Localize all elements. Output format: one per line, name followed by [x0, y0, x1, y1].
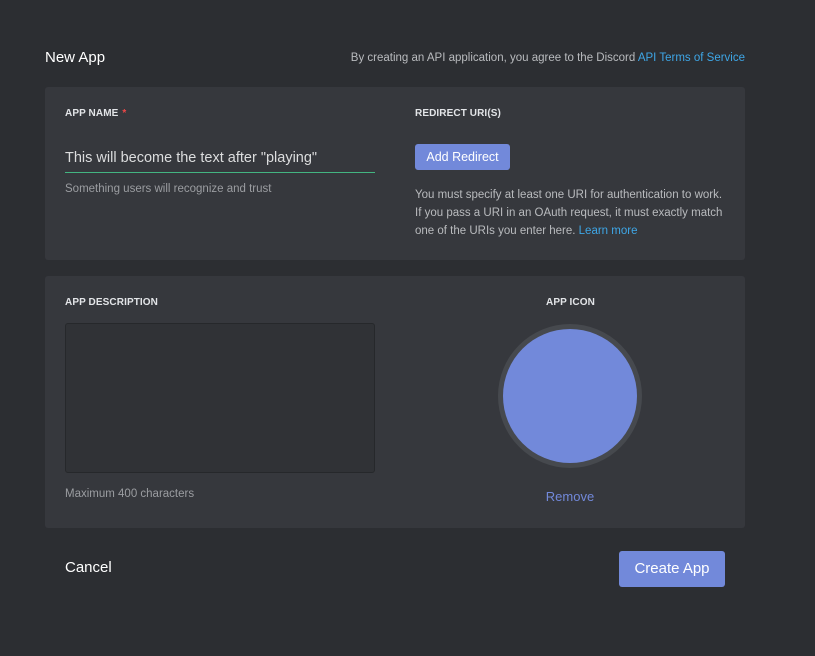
- terms-of-service-link[interactable]: API Terms of Service: [638, 52, 745, 64]
- terms-notice: By creating an API application, you agre…: [351, 52, 745, 64]
- app-name-label-text: APP NAME: [65, 108, 119, 119]
- terms-text: By creating an API application, you agre…: [350, 52, 638, 64]
- redirect-help-text: You must specify at least one URI for au…: [415, 186, 730, 240]
- remove-icon-button[interactable]: Remove: [503, 489, 637, 504]
- app-name-hint: Something users will recognize and trust: [65, 183, 272, 195]
- app-name-label: APP NAME *: [65, 108, 126, 119]
- cancel-button[interactable]: Cancel: [65, 559, 112, 576]
- app-description-textarea[interactable]: [65, 323, 375, 473]
- app-name-input[interactable]: [65, 143, 375, 173]
- learn-more-link[interactable]: Learn more: [579, 225, 638, 237]
- page-header: New App By creating an API application, …: [45, 48, 745, 70]
- app-icon-avatar[interactable]: [498, 324, 642, 468]
- required-marker: *: [122, 108, 127, 119]
- new-app-page: New App By creating an API application, …: [0, 0, 815, 656]
- description-hint: Maximum 400 characters: [65, 488, 195, 500]
- app-description-label: APP DESCRIPTION: [65, 297, 158, 308]
- redirect-help-body: You must specify at least one URI for au…: [415, 189, 723, 237]
- app-icon-image: [503, 329, 637, 463]
- app-icon-label: APP ICON: [546, 297, 595, 308]
- redirect-uris-label: REDIRECT URI(S): [415, 108, 501, 119]
- app-details-card: APP DESCRIPTION Maximum 400 characters A…: [45, 276, 745, 528]
- app-info-card: APP NAME* Something users will recognize…: [45, 87, 745, 260]
- create-app-button[interactable]: Create App: [619, 551, 725, 587]
- add-redirect-button[interactable]: Add Redirect: [415, 144, 510, 170]
- page-title: New App: [45, 49, 106, 66]
